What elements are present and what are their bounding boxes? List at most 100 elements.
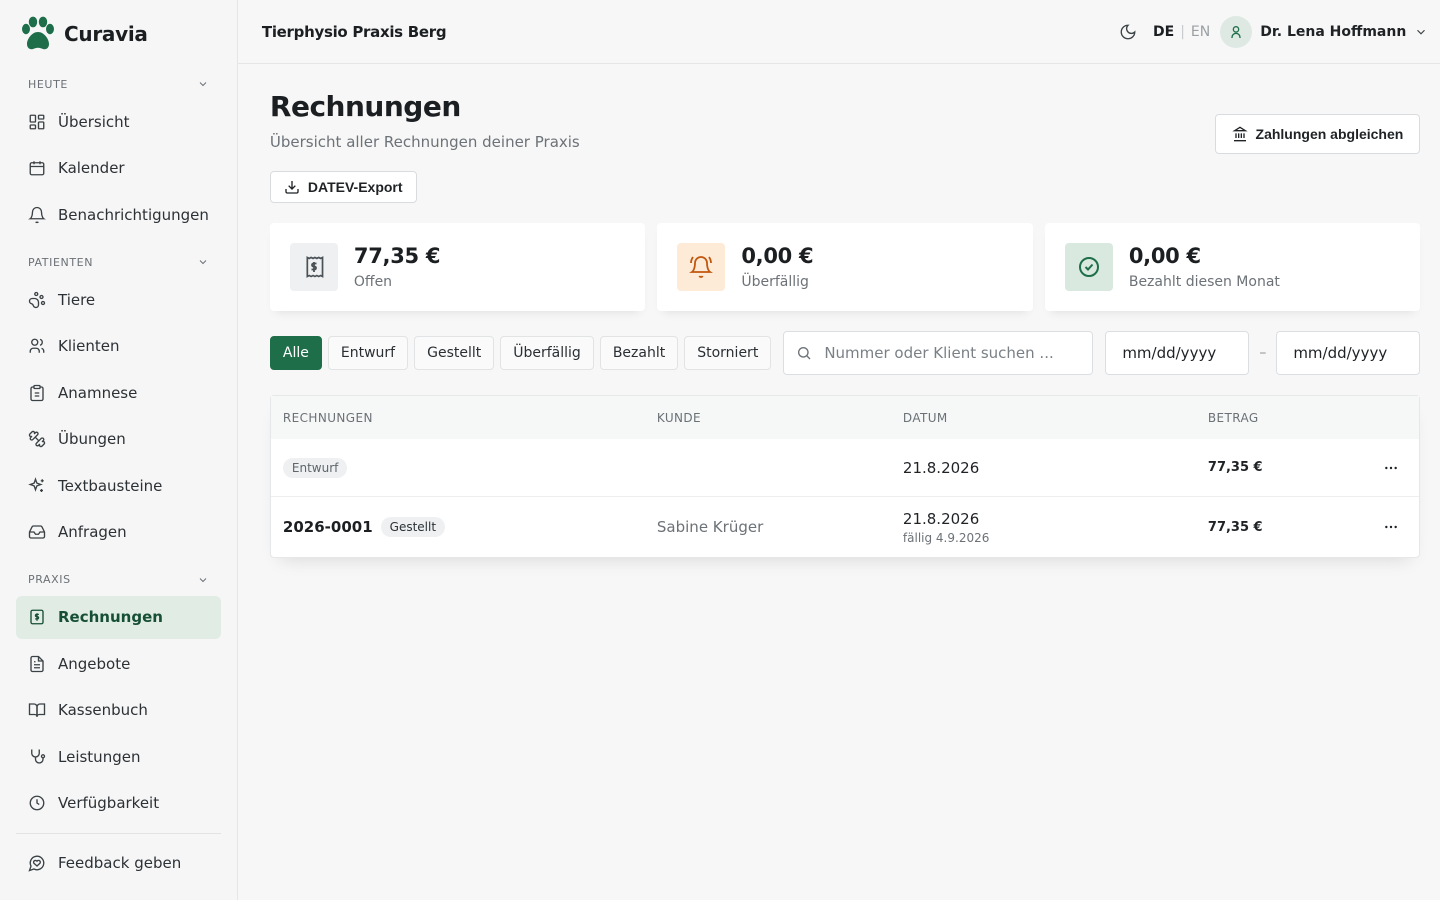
more-horizontal-icon[interactable] [1383, 519, 1399, 535]
bell-icon [28, 206, 46, 223]
stethoscope-icon [31, 749, 46, 764]
actions-cell [1290, 519, 1419, 535]
section-title: HEUTE [28, 77, 68, 91]
clock-icon [29, 795, 45, 811]
book-open-icon [28, 703, 46, 717]
table-row[interactable]: 2026-0001 Gestellt Sabine Krüger 21.8.20… [270, 496, 1420, 557]
lang-separator: | [1180, 23, 1185, 40]
content: Rechnungen Übersicht aller Rechnungen de… [238, 64, 1440, 582]
check-circle-icon [1078, 257, 1099, 277]
lang-de[interactable]: DE [1153, 24, 1174, 40]
user-name[interactable]: Dr. Lena Hoffmann [1260, 24, 1406, 40]
invoice-cell: 2026-0001 Gestellt [271, 517, 657, 537]
stat-label: Bezahlt diesen Monat [1128, 274, 1280, 290]
sidebar: Curavia HEUTE Übersicht Kalender Benachr… [0, 0, 238, 900]
sidebar-item-uebungen[interactable]: Übungen [16, 418, 221, 461]
search-input[interactable] [824, 344, 1075, 362]
sidebar-item-label: Rechnungen [58, 608, 163, 626]
more-horizontal-icon[interactable] [1383, 460, 1399, 476]
lang-en[interactable]: EN [1191, 24, 1210, 40]
chevron-down-icon [199, 82, 207, 87]
sync-payments-label: Zahlungen abgleichen [1255, 126, 1404, 142]
chevron-down-icon [199, 260, 207, 265]
filter-chip-alle[interactable]: Alle [269, 336, 322, 370]
layout-dashboard-icon [29, 114, 45, 129]
search-box[interactable] [783, 331, 1094, 375]
sidebar-item-verfuegbarkeit[interactable]: Verfügbarkeit [16, 782, 221, 825]
practice-name: Tierphysio Praxis Berg [261, 22, 447, 41]
stat-value: 0,00 € [1128, 244, 1201, 268]
stat-card-paid: 0,00 € Bezahlt diesen Monat [1044, 223, 1421, 311]
amount-cell: 77,35 € [1207, 519, 1263, 535]
landmark-icon [1231, 126, 1248, 142]
date-from-input[interactable]: mm/dd/yyyy [1105, 331, 1250, 375]
stat-icon-box [677, 243, 726, 291]
search-icon [798, 347, 811, 360]
chevron-down-icon [199, 577, 207, 582]
status-badge: Entwurf [282, 457, 348, 478]
sidebar-item-benachrichtigungen[interactable]: Benachrichtigungen [16, 193, 221, 236]
section-heute[interactable]: HEUTE [16, 68, 221, 100]
brand[interactable]: Curavia [16, 0, 221, 68]
sidebar-item-label: Verfügbarkeit [58, 794, 160, 812]
invoice-number[interactable]: 2026-0001 [283, 518, 373, 536]
sidebar-item-label: Tiere [58, 290, 96, 309]
moon-icon[interactable] [1119, 23, 1137, 41]
calendar-icon [29, 161, 45, 176]
sidebar-item-label: Klienten [58, 337, 120, 355]
download-icon [285, 181, 299, 194]
sidebar-item-uebersicht[interactable]: Übersicht [16, 100, 221, 143]
col-header-invoices[interactable]: RECHNUNGEN [271, 411, 657, 425]
table-row[interactable]: Entwurf 21.8.2026 77,35 € [271, 439, 1419, 496]
stat-card-open: 77,35 € Offen [269, 223, 646, 311]
sidebar-item-rechnungen[interactable]: Rechnungen [16, 595, 221, 639]
user-icon [1231, 25, 1241, 38]
actions-cell [1290, 460, 1419, 476]
col-header-customer[interactable]: KUNDE [657, 411, 903, 425]
sidebar-item-label: Textbausteine [58, 476, 163, 495]
sidebar-item-anamnese[interactable]: Anamnese [16, 371, 221, 414]
section-title: PATIENTEN [28, 255, 94, 269]
stat-label: Überfällig [741, 274, 809, 290]
sidebar-item-leistungen[interactable]: Leistungen [16, 735, 221, 778]
due-date: fällig 4.9.2026 [902, 530, 990, 545]
sync-payments-button[interactable]: Zahlungen abgleichen [1214, 114, 1421, 154]
datev-export-button[interactable]: DATEV-Export [269, 171, 417, 203]
sidebar-item-tiere[interactable]: Tiere [16, 278, 221, 321]
section-praxis[interactable]: PRAXIS [16, 564, 221, 596]
sidebar-item-klienten[interactable]: Klienten [16, 325, 221, 368]
receipt-icon [306, 256, 324, 278]
topbar-right: DE | EN Dr. Lena Hoffmann [1119, 15, 1428, 48]
main: Tierphysio Praxis Berg DE | EN Dr. Lena Ho… [237, 0, 1440, 900]
sidebar-item-label: Kalender [58, 159, 125, 177]
feedback-button[interactable]: Feedback geben [16, 841, 221, 884]
filter-chip-gestellt[interactable]: Gestellt [414, 336, 495, 370]
section-patienten[interactable]: PATIENTEN [16, 246, 221, 278]
filter-chip-bezahlt[interactable]: Bezahlt [599, 336, 679, 370]
sidebar-item-label: Übungen [58, 430, 126, 448]
sidebar-item-kalender[interactable]: Kalender [16, 147, 221, 190]
customer-cell: Sabine Krüger [656, 518, 764, 536]
amount-cell: 77,35 € [1207, 460, 1263, 475]
sidebar-item-kassenbuch[interactable]: Kassenbuch [16, 689, 221, 732]
stat-label: Offen [353, 274, 393, 290]
chevron-down-icon[interactable] [1414, 25, 1428, 39]
datev-export-label: DATEV-Export [307, 179, 403, 195]
avatar[interactable] [1220, 15, 1253, 48]
col-header-amount[interactable]: BETRAG [1208, 411, 1290, 425]
col-header-date[interactable]: DATUM [903, 411, 1208, 425]
users-icon [29, 338, 45, 353]
invoice-cell: Entwurf [271, 457, 657, 478]
file-text-icon [30, 655, 44, 672]
filter-chip-storniert[interactable]: Storniert [684, 336, 772, 370]
date-to-input[interactable]: mm/dd/yyyy [1276, 331, 1421, 375]
sidebar-item-anfragen[interactable]: Anfragen [16, 511, 221, 554]
invoice-date: 21.8.2026 [902, 509, 980, 528]
sparkles-icon [28, 476, 44, 492]
sidebar-item-angebote[interactable]: Angebote [16, 642, 221, 685]
filter-chip-entwurf[interactable]: Entwurf [327, 336, 409, 370]
filter-chip-ueberfaellig[interactable]: Überfällig [500, 336, 594, 370]
language-switcher: DE | EN [1153, 24, 1210, 40]
sidebar-item-textbausteine[interactable]: Textbausteine [16, 464, 221, 507]
sidebar-item-label: Kassenbuch [58, 701, 148, 719]
